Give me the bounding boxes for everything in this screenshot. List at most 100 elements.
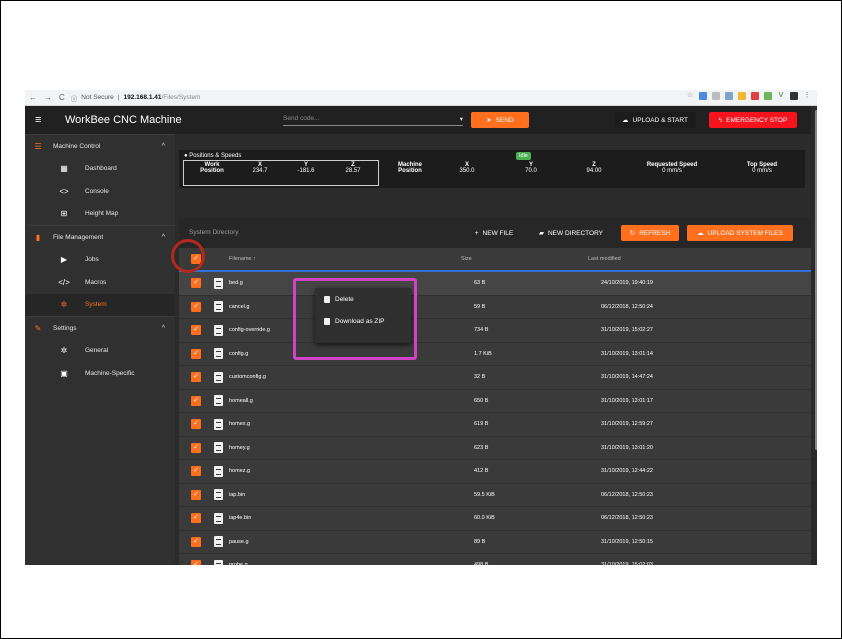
row-checkbox[interactable]: ✓ [191, 278, 201, 289]
back-arrow-icon[interactable]: ← [29, 93, 37, 102]
machine-y-value: 70.0 [525, 168, 537, 174]
sidebar-item-height-map[interactable]: ⊞ Height Map [25, 203, 175, 226]
sidebar-item-console[interactable]: <> Console [25, 180, 175, 203]
file-name: homez.g [229, 468, 251, 475]
row-checkbox[interactable]: ✓ [191, 301, 201, 312]
extension-red-icon[interactable] [751, 92, 759, 100]
chevron-up-icon: ^ [161, 324, 165, 332]
refresh-label: REFRESH [639, 229, 671, 237]
forward-arrow-icon[interactable]: → [44, 93, 52, 102]
sidebar-group-machine-control[interactable]: ☰ Machine Control ^ [25, 134, 175, 158]
sliders-icon: ☰ [34, 141, 42, 151]
file-icon [214, 277, 223, 289]
reload-icon[interactable]: C [59, 93, 65, 102]
system-directory-card: System Directory + NEW FILE ▰ NEW DIRECT… [179, 218, 817, 565]
file-name: homey.g [229, 444, 250, 451]
table-row[interactable]: ✓ homez.g 412 B 31/10/2019, 12:44:22 [179, 460, 817, 484]
work-position-table: Work X Y Z Position 234.7 -181.6 28.57 [187, 162, 377, 174]
sidebar-item-dashboard[interactable]: ▦ Dashboard [25, 158, 175, 181]
sidebar-group-file-management[interactable]: ▮ File Management ^ [25, 225, 175, 249]
column-filename[interactable]: Filename ↑ [229, 256, 461, 262]
sidebar-item-macros[interactable]: </> Macros [25, 271, 175, 294]
row-checkbox[interactable]: ✓ [191, 348, 201, 359]
extension-yellow-icon[interactable] [738, 92, 746, 100]
file-date: 31/10/2019, 13:01:20 [601, 444, 653, 451]
address-bar[interactable]: ⓘ Not Secure | 192.168.1.41/Files/System [71, 93, 201, 103]
table-row[interactable]: ✓ iap4e.bin 60.0 KiB 06/12/2018, 12:50:23 [179, 507, 817, 531]
gear-icon: ✲ [60, 300, 68, 310]
column-size[interactable]: Size [461, 256, 588, 262]
scrollbar-thumb[interactable] [815, 110, 817, 450]
dropdown-caret-icon[interactable]: ▾ [460, 115, 463, 123]
table-row[interactable]: ✓ probe.g498 B31/10/2019, 15:02:03 [179, 554, 817, 565]
sidebar-item-system[interactable]: ✲ System [25, 293, 175, 316]
column-last-modified[interactable]: Last modified [588, 256, 738, 262]
extension-blue-icon[interactable] [699, 92, 707, 100]
extension-v-icon[interactable]: V [777, 92, 785, 100]
hamburger-menu-icon[interactable]: ≡ [35, 114, 55, 126]
table-row[interactable]: ✓ cancel.g 59 B 06/12/2018, 12:50:24 [179, 296, 817, 319]
table-row[interactable]: ✓ bed.g 63 B 24/10/2019, 19:40:19 [179, 272, 817, 296]
row-checkbox[interactable]: ✓ [191, 466, 201, 477]
sidebar-group-label: Settings [53, 324, 77, 332]
file-size: 734 B [474, 327, 489, 334]
profile-avatar-icon[interactable] [790, 92, 798, 100]
new-directory-button[interactable]: ▰ NEW DIRECTORY [533, 225, 609, 241]
kebab-menu-icon[interactable]: ⋮ [803, 92, 811, 100]
new-file-button[interactable]: + NEW FILE [465, 225, 523, 241]
row-checkbox[interactable]: ✓ [191, 372, 201, 383]
send-code-input[interactable]: Send code... ▾ [283, 115, 463, 126]
chip-icon: ▣ [60, 368, 68, 378]
position-label: Position [398, 168, 422, 174]
row-checkbox[interactable]: ✓ [191, 325, 201, 336]
row-checkbox[interactable]: ✓ [191, 395, 201, 406]
row-checkbox[interactable]: ✓ [191, 536, 201, 547]
row-checkbox[interactable]: ✓ [191, 489, 201, 500]
row-checkbox[interactable]: ✓ [191, 442, 201, 453]
work-z-value: 28.57 [345, 168, 361, 174]
file-icon [214, 465, 223, 477]
extension-doc-icon[interactable] [712, 92, 720, 100]
table-row[interactable]: ✓ config-override.g 734 B 31/10/2019, 15:02… [179, 319, 817, 343]
star-icon[interactable]: ☆ [686, 92, 694, 100]
table-row[interactable]: ✓ homey.g 623 B 31/10/2019, 13:01:20 [179, 437, 817, 460]
emergency-stop-button[interactable]: ϟ EMERGENCY STOP [709, 112, 797, 128]
row-checkbox[interactable]: ✓ [191, 513, 201, 524]
sidebar-item-general[interactable]: ✲ General [25, 340, 175, 363]
table-row[interactable]: ✓ iap.bin 59.5 KiB 06/12/2018, 12:50:23 [179, 484, 817, 507]
new-file-label: NEW FILE [482, 229, 514, 237]
lightning-icon: ϟ [718, 116, 723, 124]
sidebar-item-machine-specific[interactable]: ▣ Machine-Specific [25, 362, 175, 385]
file-size: 412 B [474, 468, 489, 475]
file-icon [214, 489, 223, 501]
extension-grid-icon[interactable] [725, 92, 733, 100]
sidebar-item-jobs[interactable]: ▶ Jobs [25, 249, 175, 272]
table-row[interactable]: ✓ customconfig.g 32 B 31/10/2019, 14:47:24 [179, 366, 817, 390]
file-date: 31/10/2019, 12:50:15 [601, 538, 653, 545]
refresh-button[interactable]: ↻ REFRESH [621, 225, 679, 241]
table-row[interactable]: ✓ homex.g 619 B 31/10/2019, 12:59:27 [179, 413, 817, 437]
machine-z-value: 94.00 [586, 168, 602, 174]
upload-and-start-button[interactable]: ☁ UPLOAD & START [615, 112, 695, 128]
file-date: 06/12/2018, 12:50:23 [601, 515, 653, 522]
sidebar: ☰ Machine Control ^ ▦ Dashboard <> Conso… [25, 134, 175, 565]
url-path: /Files/System [161, 94, 201, 101]
upload-system-files-button[interactable]: ☁ UPLOAD SYSTEM FILES [687, 225, 793, 241]
sidebar-item-label: General [85, 347, 109, 355]
sidebar-group-settings[interactable]: ✎ Settings ^ [25, 316, 175, 340]
row-checkbox[interactable]: ✓ [191, 560, 201, 565]
file-name: homeall.g [229, 397, 253, 404]
file-date: 24/10/2019, 19:40:19 [601, 280, 653, 287]
security-label: Not Secure [81, 94, 114, 101]
table-row[interactable]: ✓ homeall.g 650 B 31/10/2019, 13:01:17 [179, 390, 817, 413]
file-icon [214, 559, 223, 565]
send-button[interactable]: ➤ SEND [471, 112, 529, 128]
file-date: 31/10/2019, 15:02:27 [601, 327, 653, 334]
extension-multicolor-icon[interactable] [764, 92, 772, 100]
table-row[interactable]: ✓ config.g 1.7 KiB 31/10/2019, 13:01:14 [179, 343, 817, 366]
positions-title: ● Positions & Speeds [184, 153, 241, 159]
row-checkbox[interactable]: ✓ [191, 419, 201, 430]
sidebar-item-label: Console [85, 187, 109, 195]
table-row[interactable]: ✓ pause.g 89 B 31/10/2019, 12:50:15 [179, 531, 817, 554]
directory-title: System Directory [189, 229, 239, 236]
